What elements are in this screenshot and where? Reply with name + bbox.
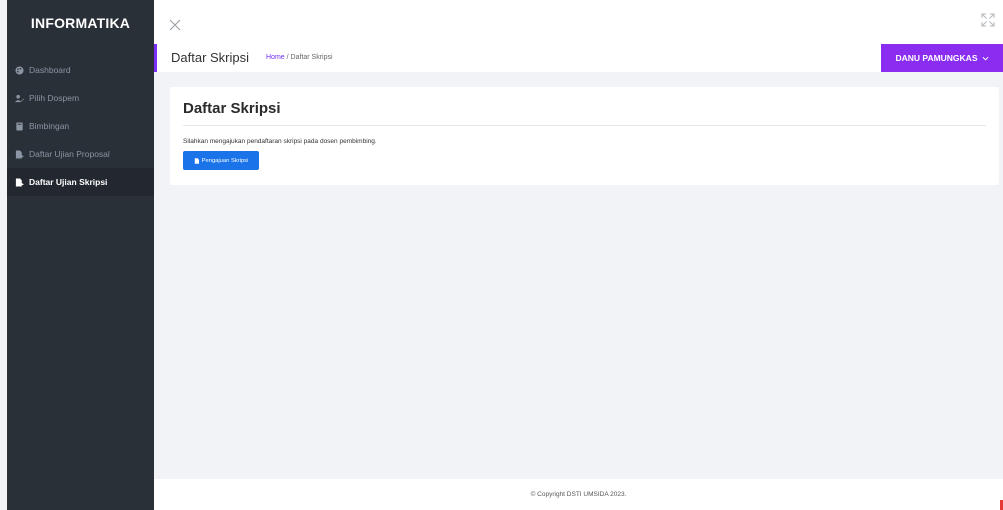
book-icon (14, 121, 24, 131)
sidebar-item-label: Bimbingan (29, 121, 70, 131)
close-icon[interactable] (169, 18, 181, 31)
sidebar-item-label: Daftar Ujian Skripsi (29, 177, 108, 187)
fullscreen-icon[interactable] (981, 13, 995, 27)
chevron-down-icon (982, 56, 988, 61)
breadcrumb-separator: / (286, 54, 289, 61)
content-card: Daftar Skripsi Silahkan mengajukan penda… (170, 87, 999, 185)
instruction-text: Silahkan mengajukan pendaftaran skripsi … (183, 138, 377, 145)
sidebar-item-daftar-ujian-proposal[interactable]: Daftar Ujian Proposal (7, 140, 154, 168)
user-menu-button[interactable]: DANU PAMUNGKAS (881, 44, 1003, 72)
sidebar: INFORMATIKA Dashboard Pilih Dospem Bimbi… (7, 0, 154, 510)
page-header: Daftar Skripsi Home / Daftar Skripsi DAN… (154, 44, 1003, 72)
top-bar (154, 0, 1003, 45)
sidebar-item-pilih-dospem[interactable]: Pilih Dospem (7, 84, 154, 112)
breadcrumb-home-link[interactable]: Home (266, 54, 285, 61)
sidebar-item-label: Pilih Dospem (29, 93, 80, 103)
user-edit-icon (14, 93, 24, 103)
header-accent-bar (154, 44, 157, 72)
sidebar-item-label: Dashboard (29, 65, 71, 75)
copyright-text: © Copyright DSTI UMSIDA 2023. (530, 491, 627, 498)
page-title: Daftar Skripsi (171, 50, 250, 65)
sidebar-nav: Dashboard Pilih Dospem Bimbingan Daftar … (7, 56, 154, 196)
app-brand: INFORMATIKA (7, 0, 154, 46)
breadcrumb: Home / Daftar Skripsi (266, 54, 333, 61)
file-arrow-icon (14, 177, 24, 187)
divider (183, 125, 986, 126)
sidebar-item-bimbingan[interactable]: Bimbingan (7, 112, 154, 140)
footer: © Copyright DSTI UMSIDA 2023. (154, 479, 1003, 510)
user-name: DANU PAMUNGKAS (895, 53, 978, 63)
sidebar-item-label: Daftar Ujian Proposal (29, 149, 110, 159)
palette-icon (14, 65, 24, 75)
button-label: Pengajuan Skripsi (201, 157, 249, 164)
sidebar-item-dashboard[interactable]: Dashboard (7, 56, 154, 84)
pengajuan-skripsi-button[interactable]: Pengajuan Skripsi (183, 151, 259, 170)
sidebar-item-daftar-ujian-skripsi[interactable]: Daftar Ujian Skripsi (7, 168, 154, 196)
card-title: Daftar Skripsi (183, 100, 281, 117)
breadcrumb-current: Daftar Skripsi (290, 54, 333, 61)
file-arrow-icon (14, 149, 24, 159)
file-icon (194, 157, 199, 164)
